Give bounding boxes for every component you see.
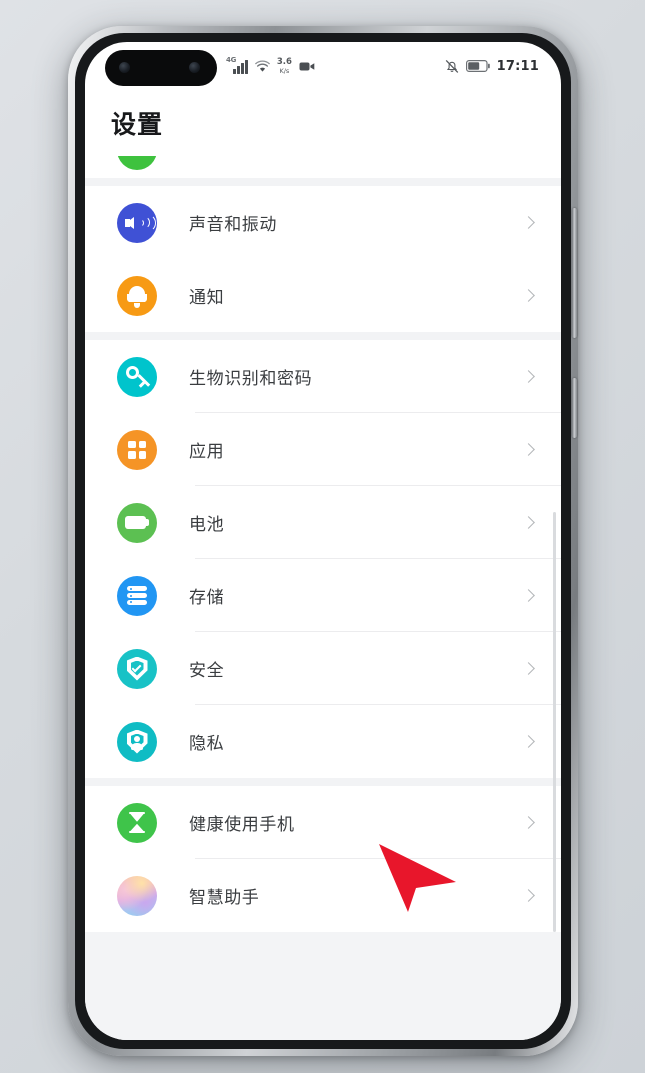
shield-check-icon	[117, 648, 157, 689]
chevron-right-icon	[522, 216, 535, 229]
settings-row-notifications[interactable]: 通知	[85, 259, 561, 332]
settings-row-privacy[interactable]: 隐私	[85, 705, 561, 778]
signal-bars-icon: 4G	[226, 56, 248, 74]
camera-lens-left-icon	[119, 62, 130, 73]
settings-row-label: 安全	[189, 661, 225, 681]
chevron-right-icon	[522, 735, 535, 748]
settings-row-label: 应用	[189, 442, 225, 462]
chevron-right-icon	[522, 516, 535, 529]
status-bar: 4G 3.6 K/s 17:11	[85, 42, 561, 90]
network-speed-value: 3.6	[276, 57, 292, 67]
section-divider	[85, 178, 561, 186]
settings-row-sound-vibration[interactable]: 声音和振动	[85, 186, 561, 259]
status-bar-left-group: 4G 3.6 K/s	[226, 54, 315, 78]
status-bar-clock: 17:11	[496, 58, 539, 74]
front-camera-cutout	[105, 50, 217, 86]
settings-row-label: 电池	[189, 515, 225, 535]
page-title-label: 设置	[111, 110, 164, 139]
settings-group-system: 生物识别和密码 应用 电池 存储 安全 隐私	[85, 340, 561, 778]
settings-row-label: 声音和振动	[189, 215, 277, 235]
gradient-sphere-icon	[117, 875, 157, 916]
settings-row-smart-assistant[interactable]: 智慧助手	[85, 859, 561, 932]
phone-screen: 4G 3.6 K/s 17:11 设置 声音和振动 通知 生物识别和密码 应用 …	[85, 42, 561, 1040]
settings-row-biometrics-password[interactable]: 生物识别和密码	[85, 340, 561, 413]
chevron-right-icon	[522, 370, 535, 383]
screenshot-root: 4G 3.6 K/s 17:11 设置 声音和振动 通知 生物识别和密码 应用 …	[0, 0, 645, 1073]
storage-stack-icon	[117, 575, 157, 616]
key-icon	[117, 356, 157, 397]
wifi-icon	[255, 59, 270, 72]
settings-group-sound: 声音和振动 通知	[85, 186, 561, 332]
page-title: 设置	[85, 90, 561, 156]
chevron-right-icon	[522, 589, 535, 602]
settings-row-label: 智慧助手	[189, 888, 260, 908]
video-record-icon	[299, 62, 315, 70]
app-grid-icon	[117, 429, 157, 470]
hourglass-icon	[117, 802, 157, 843]
speaker-volume-icon	[117, 202, 157, 243]
bell-mute-icon	[445, 59, 458, 73]
settings-row-label: 隐私	[189, 734, 225, 754]
settings-row-apps[interactable]: 应用	[85, 413, 561, 486]
settings-scroll-area[interactable]: 声音和振动 通知 生物识别和密码 应用 电池 存储 安全 隐私 健康使用手机 智…	[85, 156, 561, 1040]
bell-icon	[117, 275, 157, 316]
volume-button[interactable]	[572, 208, 577, 338]
settings-row-label: 通知	[189, 288, 225, 308]
network-speed-unit: K/s	[279, 66, 290, 75]
network-speed-indicator: 3.6 K/s	[277, 58, 292, 74]
power-button[interactable]	[572, 378, 577, 438]
settings-row-label: 生物识别和密码	[189, 369, 313, 389]
settings-row-security[interactable]: 安全	[85, 632, 561, 705]
battery-icon	[465, 60, 490, 72]
chevron-right-icon	[522, 662, 535, 675]
status-bar-right-group: 17:11	[445, 54, 539, 78]
shield-person-icon	[117, 721, 157, 762]
chevron-right-icon	[522, 289, 535, 302]
clipped-item-icon	[117, 156, 157, 170]
section-divider	[85, 778, 561, 786]
settings-row-storage[interactable]: 存储	[85, 559, 561, 632]
clipped-list-item[interactable]	[85, 156, 561, 178]
network-gen-label: 4G	[226, 56, 237, 64]
settings-row-digital-balance[interactable]: 健康使用手机	[85, 786, 561, 859]
settings-group-wellbeing: 健康使用手机 智慧助手	[85, 786, 561, 932]
settings-group-clipped	[85, 156, 561, 178]
chevron-right-icon	[522, 816, 535, 829]
settings-row-label: 健康使用手机	[189, 815, 295, 835]
camera-lens-right-icon	[189, 62, 200, 73]
scrollbar[interactable]	[553, 512, 556, 932]
chevron-right-icon	[522, 889, 535, 902]
chevron-right-icon	[522, 443, 535, 456]
settings-row-label: 存储	[189, 588, 225, 608]
settings-row-battery[interactable]: 电池	[85, 486, 561, 559]
section-divider	[85, 332, 561, 340]
battery-icon	[117, 502, 157, 543]
